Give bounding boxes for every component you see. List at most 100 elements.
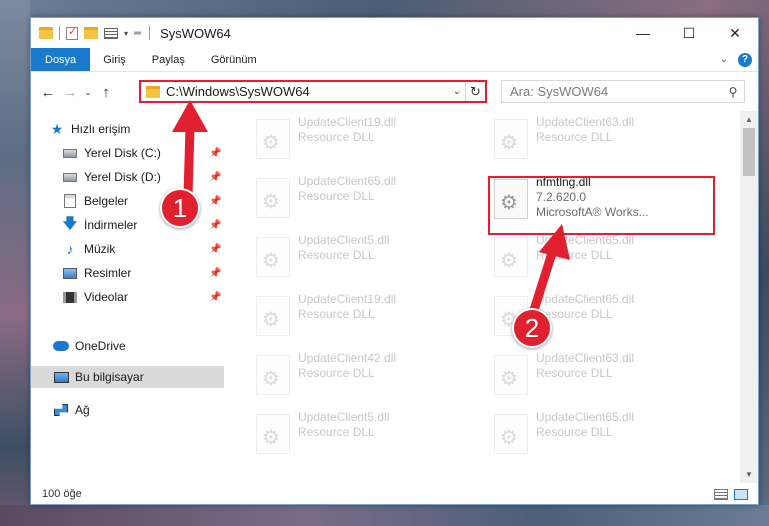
sidebar-item-label: Belgeler: [84, 194, 129, 208]
file-item[interactable]: UpdateClient42.dllResource DLL: [250, 351, 480, 403]
file-name: UpdateClient5.dll: [298, 410, 390, 424]
back-button[interactable]: ←: [37, 84, 59, 101]
file-name: UpdateClient5.dll: [298, 233, 390, 247]
maximize-button[interactable]: ☐: [666, 18, 712, 48]
computer-icon: [53, 371, 69, 383]
tab-file[interactable]: Dosya: [31, 48, 91, 71]
file-item[interactable]: UpdateClient65.dllResource DLL: [488, 233, 718, 285]
search-box[interactable]: Ara: SysWOW64 ⚲: [501, 80, 745, 103]
sidebar-item-label: Müzik: [84, 242, 116, 256]
pin-icon[interactable]: 📌: [209, 196, 221, 207]
pin-icon[interactable]: 📌: [209, 172, 221, 183]
sidebar-item-label: Yerel Disk (D:): [84, 170, 161, 184]
file-name: UpdateClient19.dll: [298, 292, 397, 306]
new-folder-icon[interactable]: [84, 27, 98, 39]
address-bar[interactable]: C:\Windows\SysWOW64 ⌄ ↻: [139, 80, 487, 103]
dll-file-icon: [256, 296, 290, 336]
sidebar-item-label: Yerel Disk (C:): [84, 146, 161, 160]
search-icon[interactable]: ⚲: [722, 85, 744, 99]
dll-file-icon: [256, 355, 290, 395]
vertical-scrollbar[interactable]: ▲ ▼: [740, 111, 758, 483]
navigation-bar: ← → ⌄ ↑ C:\Windows\SysWOW64 ⌄ ↻ Ara: Sys…: [31, 73, 758, 111]
file-type: Resource DLL: [536, 425, 613, 439]
file-type: Resource DLL: [536, 366, 613, 380]
sidebar-item-music[interactable]: ♪ Müzik 📌: [62, 238, 224, 260]
details-view-icon[interactable]: [714, 488, 728, 500]
scroll-down-arrow-icon[interactable]: ▼: [740, 466, 758, 483]
file-item[interactable]: UpdateClient65.dllResource DLL: [250, 174, 480, 226]
file-item[interactable]: UpdateClient65.dllResource DLL: [488, 410, 718, 462]
ribbon-right-controls: ⌄ ?: [720, 48, 758, 71]
tab-share[interactable]: Paylaş: [139, 48, 198, 71]
file-type: Resource DLL: [298, 307, 375, 321]
pin-icon[interactable]: 📌: [209, 220, 221, 231]
dll-file-icon: [494, 237, 528, 277]
minimize-button[interactable]: —: [620, 18, 666, 48]
ribbon-tabs: Dosya Giriş Paylaş Görünüm ⌄ ?: [31, 48, 758, 72]
tiles-view-icon[interactable]: [734, 488, 748, 500]
pin-icon[interactable]: 📌: [209, 268, 221, 279]
sidebar-item-label: Bu bilgisayar: [75, 370, 144, 384]
sidebar-item-pictures[interactable]: Resimler 📌: [62, 262, 224, 284]
folder-icon: [146, 85, 160, 98]
file-type: Resource DLL: [298, 425, 375, 439]
sidebar-item-local-disk-c[interactable]: Yerel Disk (C:) 📌: [62, 142, 224, 164]
qat-dropdown-icon[interactable]: ═: [134, 28, 141, 39]
pin-icon[interactable]: 📌: [209, 292, 221, 303]
window-controls: — ☐ ✕: [620, 18, 758, 48]
dll-file-icon: [256, 119, 290, 159]
sidebar-item-local-disk-d[interactable]: Yerel Disk (D:) 📌: [62, 166, 224, 188]
sidebar-item-quick-access[interactable]: ★ Hızlı erişim: [49, 118, 219, 140]
sidebar-item-onedrive[interactable]: OneDrive: [53, 335, 223, 357]
scroll-thumb[interactable]: [743, 128, 755, 176]
file-item[interactable]: UpdateClient63.dllResource DLL: [488, 351, 718, 403]
file-type: Resource DLL: [536, 248, 613, 262]
recent-locations-chevron-icon[interactable]: ⌄: [81, 87, 95, 98]
expand-ribbon-chevron-icon[interactable]: ⌄: [720, 54, 728, 65]
file-item[interactable]: UpdateClient19.dllResource DLL: [250, 115, 480, 167]
up-button[interactable]: ↑: [95, 84, 117, 101]
file-name: UpdateClient63.dll: [536, 115, 635, 129]
title-divider: [149, 26, 151, 40]
search-input[interactable]: Ara: SysWOW64: [510, 84, 722, 99]
file-item[interactable]: UpdateClient19.dllResource DLL: [250, 292, 480, 344]
title-bar: ▾ ═ SysWOW64 — ☐ ✕: [31, 18, 758, 48]
file-type: Resource DLL: [298, 130, 375, 144]
dll-file-icon: [494, 119, 528, 159]
sidebar-item-videos[interactable]: Videolar 📌: [62, 286, 224, 308]
properties-icon[interactable]: [66, 25, 78, 40]
tab-home[interactable]: Giriş: [90, 48, 139, 71]
desktop-background: [0, 0, 30, 526]
status-bar: 100 öğe: [31, 483, 758, 504]
file-name: UpdateClient65.dll: [536, 233, 635, 247]
file-name: UpdateClient65.dll: [536, 410, 635, 424]
refresh-button[interactable]: ↻: [465, 82, 485, 101]
file-item[interactable]: UpdateClient63.dllResource DLL: [488, 115, 718, 167]
customize-toolbar-chevron-icon[interactable]: ▾: [124, 29, 128, 38]
star-icon: ★: [50, 120, 64, 137]
scroll-up-arrow-icon[interactable]: ▲: [740, 111, 758, 128]
pin-icon[interactable]: 📌: [209, 148, 221, 159]
sidebar-item-this-pc[interactable]: Bu bilgisayar: [31, 366, 224, 388]
address-path[interactable]: C:\Windows\SysWOW64: [166, 84, 449, 99]
disk-icon: [63, 172, 77, 182]
file-item[interactable]: UpdateClient5.dllResource DLL: [250, 233, 480, 285]
sidebar-item-label: OneDrive: [75, 339, 126, 353]
dll-file-icon: [494, 355, 528, 395]
view-options-icon[interactable]: [104, 27, 118, 39]
step-2-badge: 2: [512, 308, 552, 348]
sidebar-item-network[interactable]: Ağ: [53, 399, 223, 421]
address-history-chevron-icon[interactable]: ⌄: [449, 86, 465, 97]
toolbar-divider: [59, 26, 60, 40]
close-button[interactable]: ✕: [712, 18, 758, 48]
sidebar-item-downloads[interactable]: 🡇 İndirmeler 📌: [62, 214, 224, 236]
file-name: UpdateClient65.dll: [298, 174, 397, 188]
file-name: UpdateClient63.dll: [536, 351, 635, 365]
help-icon[interactable]: ?: [738, 52, 752, 67]
file-item[interactable]: UpdateClient5.dllResource DLL: [250, 410, 480, 462]
pin-icon[interactable]: 📌: [209, 244, 221, 255]
tab-view[interactable]: Görünüm: [198, 48, 270, 71]
network-icon: [54, 404, 68, 416]
file-name: UpdateClient19.dll: [298, 115, 397, 129]
forward-button[interactable]: →: [59, 84, 81, 101]
